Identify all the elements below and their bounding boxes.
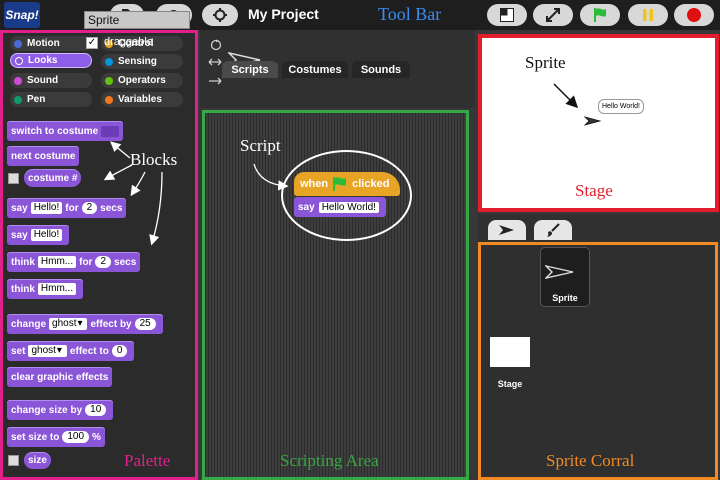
stage-thumbnail[interactable] <box>490 337 530 367</box>
block-label: change size by <box>11 404 83 416</box>
stop-icon <box>687 8 701 22</box>
size-value-input[interactable]: 100 <box>62 431 90 443</box>
paintbrush-icon <box>547 223 560 237</box>
pause-button[interactable] <box>628 4 668 26</box>
stop-button[interactable] <box>674 4 714 26</box>
sprite-thumbnail-label: Sprite <box>552 293 578 303</box>
green-flag-button[interactable] <box>580 4 620 26</box>
turtle-icon <box>499 225 514 235</box>
tab-sounds[interactable]: Sounds <box>352 61 410 78</box>
tab-scripts[interactable]: Scripts <box>222 61 278 78</box>
block-label: think <box>11 256 35 268</box>
say-text-input[interactable]: Hello World! <box>318 201 379 213</box>
sprite-annotation: Sprite <box>525 53 566 72</box>
block-think[interactable]: think Hmm... <box>7 279 84 299</box>
speech-bubble: Hello World! <box>598 99 644 114</box>
sprite-on-stage[interactable] <box>584 116 602 126</box>
block-label: secs <box>114 256 137 268</box>
green-flag-icon <box>594 8 606 22</box>
left-right-icon[interactable] <box>208 57 222 67</box>
block-clear-graphic-effects[interactable]: clear graphic effects <box>7 367 113 387</box>
block-label: set size to <box>11 431 60 443</box>
stage-thumbnail-label: Stage <box>497 379 523 389</box>
effect-value: ghost <box>52 318 77 329</box>
size-change-input[interactable]: 10 <box>85 404 107 416</box>
stage-size-icon <box>500 8 514 22</box>
block-think-for-secs[interactable]: think Hmm... for 2 secs <box>7 252 141 272</box>
fullscreen-button[interactable] <box>533 4 573 26</box>
block-label: say <box>298 201 315 213</box>
block-change-size[interactable]: change size by 10 <box>7 400 114 420</box>
toolbar-annotation: Tool Bar <box>378 4 442 24</box>
block-label: effect to <box>69 345 109 357</box>
chevron-down-icon: ▾ <box>77 318 83 329</box>
project-title: My Project <box>248 6 319 22</box>
block-size[interactable]: size <box>24 452 51 469</box>
pause-icon <box>643 9 653 21</box>
draggable-label: draggable <box>104 36 153 48</box>
sprite-corral-annotation: Sprite Corral <box>546 451 635 470</box>
fullscreen-icon <box>546 8 560 22</box>
chevron-down-icon: ▾ <box>56 345 62 356</box>
block-label: when <box>300 178 329 190</box>
effect-value: ghost <box>31 345 56 356</box>
sprite-name-input[interactable]: Sprite <box>84 11 190 29</box>
stage-annotation: Stage <box>575 181 613 200</box>
block-label: change <box>11 318 47 330</box>
sprite-arrow-icon <box>545 265 574 279</box>
say-block[interactable]: say Hello World! <box>294 197 386 217</box>
block-set-effect[interactable]: set ghost▾ effect to 0 <box>7 341 135 361</box>
block-change-effect[interactable]: change ghost▾ effect by 25 <box>7 314 163 334</box>
script-annotation: Script <box>240 136 281 155</box>
settings-menu-button[interactable] <box>202 4 238 26</box>
block-label: clear graphic effects <box>11 371 109 383</box>
green-flag-icon <box>333 177 347 191</box>
effect-dropdown[interactable]: ghost▾ <box>28 345 67 357</box>
gear-icon <box>213 8 227 22</box>
block-label: clicked <box>352 178 390 190</box>
palette-annotation: Palette <box>124 451 171 470</box>
effect-amount-input[interactable]: 25 <box>134 318 156 330</box>
think-text-input[interactable]: Hmm... <box>37 256 77 268</box>
secs-input[interactable]: 2 <box>95 256 112 268</box>
scripting-area-annotation: Scripting Area <box>280 451 379 470</box>
effect-dropdown[interactable]: ghost▾ <box>49 318 88 330</box>
size-checkbox[interactable] <box>8 455 19 466</box>
when-flag-clicked-block[interactable]: when clicked <box>294 172 400 196</box>
effect-value-input[interactable]: 0 <box>111 345 128 357</box>
draggable-checkbox[interactable]: ✓ <box>86 37 98 49</box>
tab-costumes[interactable]: Costumes <box>282 61 348 78</box>
block-set-size[interactable]: set size to 100% <box>7 427 105 447</box>
block-label: % <box>92 431 101 443</box>
block-label: size <box>28 455 47 466</box>
paint-new-sprite-button[interactable] <box>534 220 572 240</box>
rotate-icon[interactable] <box>210 39 222 51</box>
no-rotate-icon[interactable] <box>208 76 222 86</box>
think-text-input[interactable]: Hmm... <box>37 283 77 295</box>
block-label: think <box>11 283 35 295</box>
block-label: set <box>11 345 26 357</box>
stage-size-button[interactable] <box>487 4 527 26</box>
block-label: for <box>79 256 93 268</box>
sprite-arrow <box>553 83 579 109</box>
add-turtle-sprite-button[interactable] <box>488 220 526 240</box>
blocks-arrows <box>103 141 163 246</box>
block-label: effect by <box>90 318 132 330</box>
